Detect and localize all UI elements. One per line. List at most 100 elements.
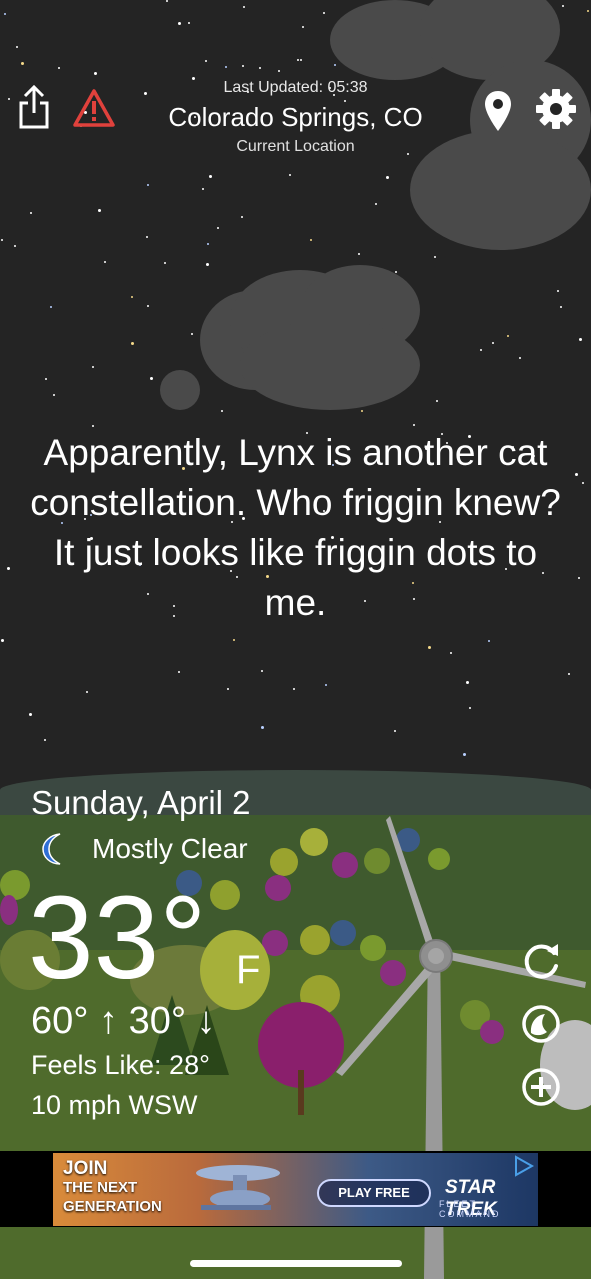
star [297, 59, 299, 61]
star [492, 342, 494, 344]
star [300, 59, 302, 61]
star [325, 684, 327, 686]
plus-circle-icon [522, 1068, 560, 1106]
refresh-icon [524, 944, 558, 979]
star [7, 567, 10, 570]
ad-headline: JOIN THE NEXT GENERATION [63, 1159, 162, 1216]
star [86, 691, 88, 693]
high-low-temperature: 60° ↑ 30° ↓ [31, 1000, 216, 1042]
star [302, 26, 304, 28]
star [58, 67, 60, 69]
star [466, 681, 469, 684]
star [217, 227, 219, 229]
star [259, 67, 261, 69]
forecast-date: Sunday, April 2 [31, 784, 251, 821]
ad-choices-icon[interactable] [513, 1155, 535, 1177]
star [375, 203, 377, 205]
star [293, 688, 295, 690]
star [4, 13, 6, 15]
star [386, 176, 389, 179]
radar-button[interactable] [520, 1003, 562, 1045]
star [1, 239, 3, 241]
location-pin-icon [485, 91, 511, 131]
star [21, 62, 24, 65]
ad-headline-line1: JOIN [63, 1158, 108, 1179]
ad-banner[interactable]: JOIN THE NEXT GENERATION PLAY FREE STAR … [53, 1153, 538, 1226]
star [278, 70, 280, 72]
star [507, 335, 509, 337]
star [560, 306, 562, 308]
current-temperature: 33° [28, 872, 207, 1004]
star [568, 673, 570, 675]
star [166, 0, 168, 2]
star [178, 671, 180, 673]
star [233, 639, 235, 641]
star [45, 378, 47, 380]
refresh-button[interactable] [520, 940, 562, 982]
star [14, 245, 16, 247]
star [147, 305, 149, 307]
star [191, 333, 193, 335]
star [361, 410, 363, 412]
star [146, 236, 148, 238]
star [205, 60, 207, 62]
star [227, 688, 229, 690]
star [310, 239, 312, 241]
star [358, 253, 360, 255]
star [221, 410, 223, 412]
ad-headline-line2: THE NEXT [63, 1179, 138, 1196]
ad-play-free-button[interactable]: PLAY FREE [317, 1179, 431, 1207]
star [323, 12, 325, 14]
star [92, 425, 94, 427]
star [131, 296, 133, 298]
home-indicator[interactable] [190, 1260, 402, 1267]
star [178, 22, 181, 25]
temperature-unit[interactable]: F [236, 948, 260, 993]
radar-icon [522, 1005, 560, 1043]
star [16, 46, 18, 48]
star [242, 65, 244, 67]
ad-brand-subtitle: FLEET COMMAND [439, 1199, 501, 1219]
star [131, 342, 134, 345]
crescent-moon-icon [42, 833, 61, 865]
star [488, 640, 490, 642]
star [241, 216, 243, 218]
star [557, 290, 559, 292]
star [209, 175, 212, 178]
star [29, 713, 32, 716]
star [104, 261, 106, 263]
star [519, 357, 521, 359]
star [578, 577, 580, 579]
star [394, 730, 396, 732]
starship-image [196, 1165, 280, 1210]
star [50, 306, 52, 308]
add-location-button[interactable] [520, 1066, 562, 1108]
star [450, 652, 452, 654]
star [575, 473, 578, 476]
current-location-label: Current Location [236, 138, 355, 155]
star [413, 424, 415, 426]
ad-headline-line3: GENERATION [63, 1198, 162, 1215]
feels-like: Feels Like: 28° [31, 1050, 210, 1080]
condition-label: Mostly Clear [92, 833, 248, 864]
star [30, 212, 32, 214]
settings-button[interactable] [533, 86, 579, 132]
star [53, 394, 55, 396]
star [150, 377, 153, 380]
weather-message: Apparently, Lynx is another cat constell… [30, 432, 561, 623]
star [480, 349, 482, 351]
wind-speed: 10 mph WSW [31, 1090, 198, 1120]
star [202, 188, 204, 190]
location-button[interactable] [478, 88, 518, 134]
star [98, 209, 101, 212]
star [428, 646, 431, 649]
star [261, 726, 264, 729]
star [463, 753, 466, 756]
star [188, 22, 190, 24]
star [334, 64, 336, 66]
condition-row: Mostly Clear [38, 832, 248, 866]
star [469, 707, 471, 709]
star [562, 5, 564, 7]
star [261, 670, 263, 672]
star [44, 739, 46, 741]
